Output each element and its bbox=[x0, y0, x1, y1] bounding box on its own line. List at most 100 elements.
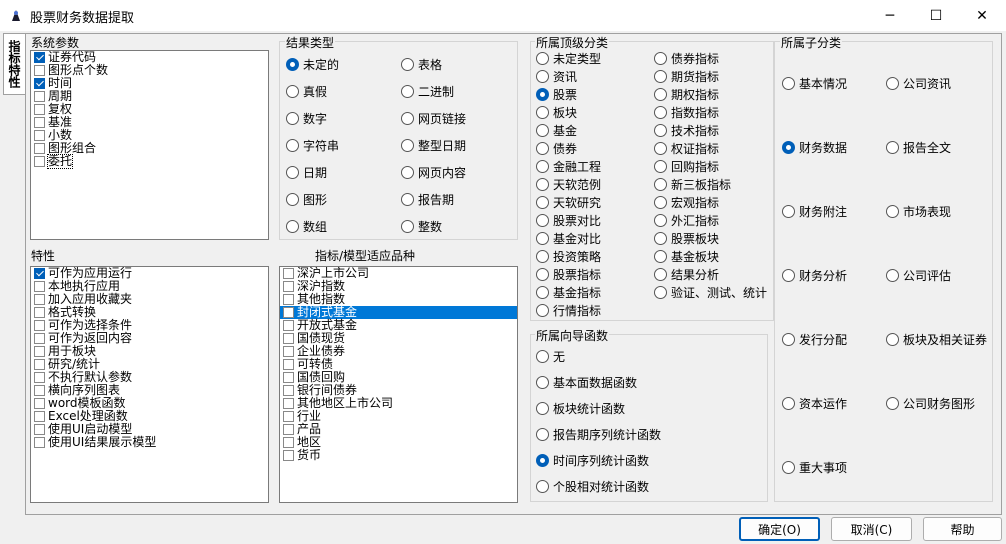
checkbox[interactable] bbox=[34, 320, 45, 331]
wizard-option[interactable]: 基本面数据函数 bbox=[536, 374, 637, 391]
radio-button[interactable] bbox=[886, 205, 899, 218]
result-type-option[interactable]: 未定的 bbox=[286, 56, 339, 73]
result-type-option[interactable]: 日期 bbox=[286, 164, 327, 181]
radio-button[interactable] bbox=[536, 286, 549, 299]
top-category-option[interactable]: 基金板块 bbox=[654, 248, 719, 265]
checkbox[interactable] bbox=[283, 437, 294, 448]
checkbox[interactable] bbox=[34, 398, 45, 409]
radio-button[interactable] bbox=[286, 139, 299, 152]
checkbox[interactable] bbox=[34, 268, 45, 279]
wizard-option[interactable]: 报告期序列统计函数 bbox=[536, 426, 661, 443]
checkbox[interactable] bbox=[34, 437, 45, 448]
top-category-option[interactable]: 债券 bbox=[536, 140, 577, 157]
top-category-option[interactable]: 投资策略 bbox=[536, 248, 601, 265]
radio-button[interactable] bbox=[536, 196, 549, 209]
top-category-option[interactable]: 期货指标 bbox=[654, 68, 719, 85]
checkbox[interactable] bbox=[283, 268, 294, 279]
top-category-option[interactable]: 技术指标 bbox=[654, 122, 719, 139]
property-item[interactable]: 使用UI结果展示模型 bbox=[31, 436, 268, 449]
sub-category-option[interactable]: 市场表现 bbox=[886, 203, 951, 220]
radio-button[interactable] bbox=[536, 480, 549, 493]
result-type-option[interactable]: 真假 bbox=[286, 83, 327, 100]
radio-button[interactable] bbox=[536, 214, 549, 227]
radio-button[interactable] bbox=[286, 112, 299, 125]
checkbox[interactable] bbox=[34, 346, 45, 357]
radio-button[interactable] bbox=[782, 141, 795, 154]
wizard-option[interactable]: 时间序列统计函数 bbox=[536, 452, 649, 469]
radio-button[interactable] bbox=[286, 193, 299, 206]
maximize-button[interactable]: ☐ bbox=[913, 0, 959, 31]
checkbox[interactable] bbox=[283, 346, 294, 357]
radio-button[interactable] bbox=[782, 461, 795, 474]
top-category-option[interactable]: 股票板块 bbox=[654, 230, 719, 247]
radio-button[interactable] bbox=[654, 88, 667, 101]
radio-button[interactable] bbox=[536, 268, 549, 281]
radio-button[interactable] bbox=[654, 286, 667, 299]
result-type-option[interactable]: 表格 bbox=[401, 56, 442, 73]
top-category-option[interactable]: 权证指标 bbox=[654, 140, 719, 157]
top-category-option[interactable]: 基金对比 bbox=[536, 230, 601, 247]
checkbox[interactable] bbox=[34, 424, 45, 435]
close-button[interactable]: ✕ bbox=[959, 0, 1005, 31]
radio-button[interactable] bbox=[886, 77, 899, 90]
top-category-option[interactable]: 股票 bbox=[536, 86, 577, 103]
top-category-option[interactable]: 回购指标 bbox=[654, 158, 719, 175]
sub-category-option[interactable]: 财务附注 bbox=[782, 203, 847, 220]
top-category-option[interactable]: 板块 bbox=[536, 104, 577, 121]
radio-button[interactable] bbox=[886, 141, 899, 154]
checkbox[interactable] bbox=[34, 91, 45, 102]
radio-button[interactable] bbox=[536, 402, 549, 415]
radio-button[interactable] bbox=[401, 139, 414, 152]
radio-button[interactable] bbox=[536, 454, 549, 467]
top-category-option[interactable]: 外汇指标 bbox=[654, 212, 719, 229]
sub-category-option[interactable]: 财务数据 bbox=[782, 139, 847, 156]
radio-button[interactable] bbox=[536, 304, 549, 317]
checkbox[interactable] bbox=[34, 117, 45, 128]
checkbox[interactable] bbox=[283, 359, 294, 370]
radio-button[interactable] bbox=[536, 142, 549, 155]
checkbox[interactable] bbox=[283, 294, 294, 305]
top-category-option[interactable]: 股票对比 bbox=[536, 212, 601, 229]
wizard-option[interactable]: 个股相对统计函数 bbox=[536, 478, 649, 495]
sub-category-option[interactable]: 重大事项 bbox=[782, 459, 847, 476]
radio-button[interactable] bbox=[401, 220, 414, 233]
radio-button[interactable] bbox=[401, 85, 414, 98]
radio-button[interactable] bbox=[536, 250, 549, 263]
checkbox[interactable] bbox=[34, 52, 45, 63]
top-category-option[interactable]: 股票指标 bbox=[536, 266, 601, 283]
radio-button[interactable] bbox=[286, 58, 299, 71]
radio-button[interactable] bbox=[536, 106, 549, 119]
result-type-option[interactable]: 数字 bbox=[286, 110, 327, 127]
checkbox[interactable] bbox=[34, 333, 45, 344]
checkbox[interactable] bbox=[34, 307, 45, 318]
variety-item[interactable]: 货币 bbox=[280, 449, 517, 462]
checkbox[interactable] bbox=[283, 411, 294, 422]
checkbox[interactable] bbox=[34, 372, 45, 383]
radio-button[interactable] bbox=[286, 220, 299, 233]
top-category-option[interactable]: 金融工程 bbox=[536, 158, 601, 175]
help-button[interactable]: 帮助 bbox=[923, 517, 1002, 541]
result-type-option[interactable]: 二进制 bbox=[401, 83, 454, 100]
result-type-option[interactable]: 报告期 bbox=[401, 191, 454, 208]
radio-button[interactable] bbox=[654, 124, 667, 137]
radio-button[interactable] bbox=[401, 112, 414, 125]
checkbox[interactable] bbox=[34, 78, 45, 89]
radio-button[interactable] bbox=[536, 124, 549, 137]
sub-category-option[interactable]: 板块及相关证券 bbox=[886, 331, 987, 348]
properties-list[interactable]: 可作为应用运行 本地执行应用 加入应用收藏夹 格式转换 可作为选择条件 可作为返回内容 用于… bbox=[30, 266, 269, 503]
checkbox[interactable] bbox=[283, 333, 294, 344]
top-category-option[interactable]: 行情指标 bbox=[536, 302, 601, 319]
top-category-option[interactable]: 未定类型 bbox=[536, 50, 601, 67]
wizard-option[interactable]: 板块统计函数 bbox=[536, 400, 625, 417]
checkbox[interactable] bbox=[283, 385, 294, 396]
radio-button[interactable] bbox=[654, 196, 667, 209]
top-category-option[interactable]: 基金 bbox=[536, 122, 577, 139]
checkbox[interactable] bbox=[34, 294, 45, 305]
checkbox[interactable] bbox=[34, 359, 45, 370]
radio-button[interactable] bbox=[654, 70, 667, 83]
result-type-option[interactable]: 图形 bbox=[286, 191, 327, 208]
sub-category-option[interactable]: 资本运作 bbox=[782, 395, 847, 412]
top-category-option[interactable]: 期权指标 bbox=[654, 86, 719, 103]
radio-button[interactable] bbox=[782, 397, 795, 410]
radio-button[interactable] bbox=[886, 269, 899, 282]
